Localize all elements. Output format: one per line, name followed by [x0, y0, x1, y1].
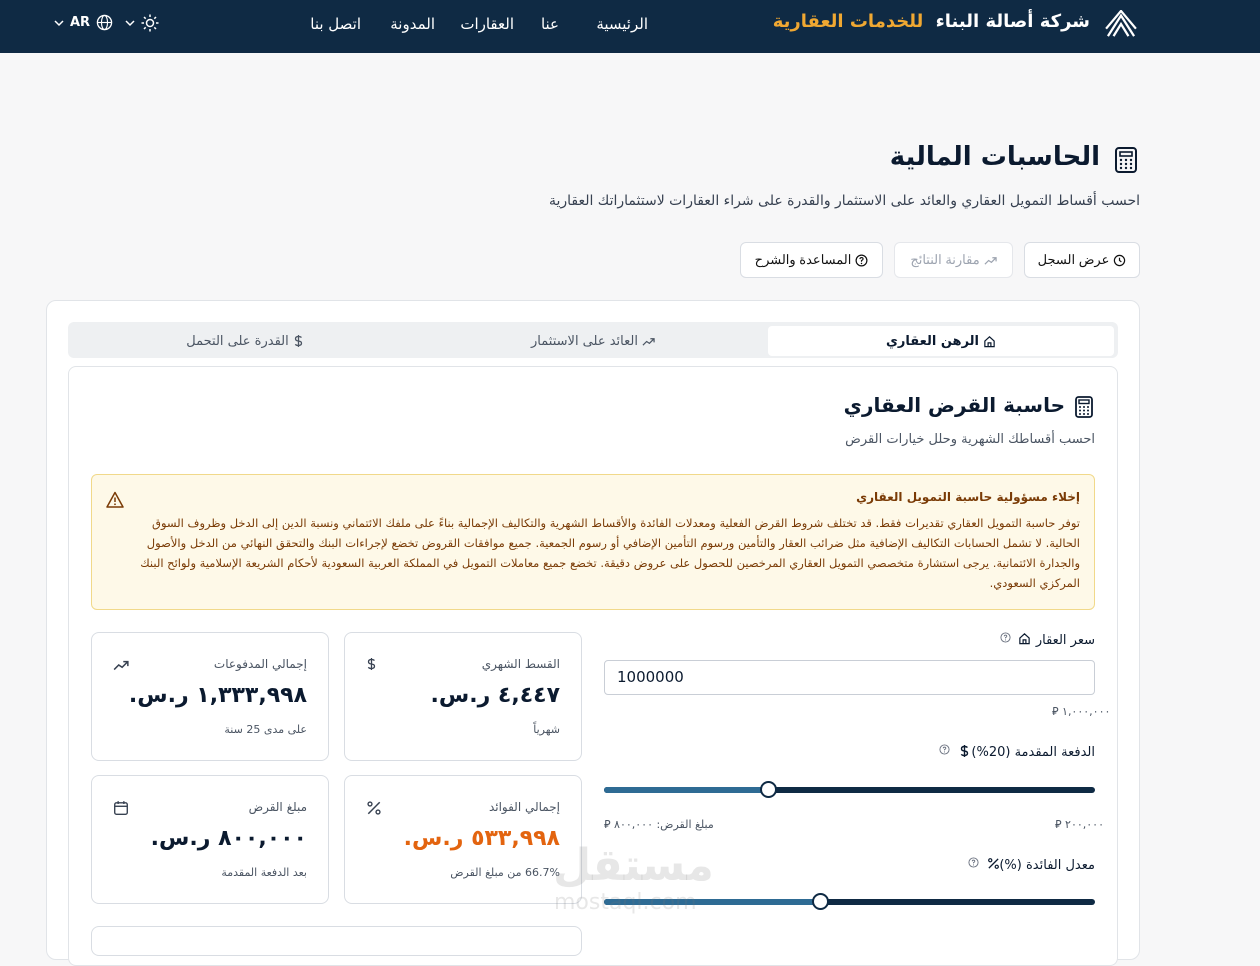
theme-sun-icon [141, 14, 159, 32]
nav-contact[interactable]: اتصل بنا [310, 15, 361, 33]
calculator-icon [1115, 147, 1137, 173]
help-circle-icon [855, 254, 868, 266]
compare-button[interactable]: مقارنة النتائج [894, 242, 1013, 278]
history-button[interactable]: عرض السجل [1024, 242, 1140, 278]
chevron-down-icon [125, 20, 135, 27]
tab-mortgage-label: الرهن العقاري [886, 333, 979, 349]
loan-amount-hint-text: مبلغ القرض: ٨٠٠,٠٠٠ [614, 818, 714, 831]
tab-roi[interactable]: العائد على الاستثمار [420, 326, 766, 356]
brand-name: شركة أصالة البناء [935, 11, 1090, 32]
top-navbar: شركة أصالة البناء للخدمات العقارية الرئي… [0, 0, 1260, 53]
total-payments-label: إجمالي المدفوعات [213, 657, 307, 671]
calculator-subtitle: احسب أقساطك الشهرية وحلل خيارات القرض [845, 432, 1095, 447]
monthly-payment-value: ٤,٤٤٧ ر.س. [430, 683, 560, 708]
history-icon [1114, 254, 1126, 266]
price-formatted-value: ١,٠٠٠,٠٠٠ [1062, 705, 1111, 718]
home-icon [1019, 633, 1030, 645]
theme-toggle[interactable] [125, 14, 159, 32]
nav-properties[interactable]: العقارات [460, 15, 514, 33]
chevron-down-icon [54, 19, 64, 26]
loan-amount-hint: ⃁ مبلغ القرض: ٨٠٠,٠٠٠ [604, 818, 714, 831]
down-payment-amount: ⃁ ٢٠٠,٠٠٠ [1055, 818, 1104, 831]
help-circle-icon[interactable] [968, 857, 979, 868]
percent-icon [367, 801, 381, 815]
help-circle-icon[interactable] [1000, 632, 1011, 643]
dollar-icon [960, 745, 969, 757]
monthly-payment-label: القسط الشهري [481, 657, 560, 671]
disclaimer-body: توفر حاسبة التمويل العقاري تقديرات فقط. … [140, 516, 1080, 590]
total-interest-value: ٥٣٣,٩٩٨ ر.س. [403, 826, 560, 851]
brand-title[interactable]: شركة أصالة البناء للخدمات العقارية [773, 11, 1090, 32]
globe-icon [96, 14, 113, 31]
trend-up-icon [984, 256, 997, 265]
property-price-input[interactable]: 1000000 [604, 660, 1095, 695]
help-circle-icon[interactable] [939, 744, 950, 755]
language-switcher[interactable]: AR [54, 14, 113, 31]
dollar-icon [367, 658, 376, 670]
loan-amount-note: بعد الدفعة المقدمة [221, 866, 307, 879]
logo-icon[interactable] [1104, 10, 1138, 38]
interest-slider-thumb[interactable] [812, 893, 830, 910]
total-interest-note: 66.7% من مبلغ القرض [450, 866, 560, 879]
total-payments-note: على مدى 25 سنة [224, 723, 307, 736]
calendar-icon [114, 801, 128, 815]
tab-mortgage[interactable]: الرهن العقاري [768, 326, 1114, 356]
home-icon [984, 335, 995, 347]
percent-icon [988, 858, 999, 869]
down-payment-amount-value: ٢٠٠,٠٠٠ [1065, 818, 1104, 831]
history-label: عرض السجل [1037, 252, 1110, 267]
nav-about[interactable]: عنا [541, 15, 559, 33]
disclaimer-title: إخلاء مسؤولية حاسبة التمويل العقاري [856, 490, 1080, 504]
total-payments-value: ١,٣٣٣,٩٩٨ ر.س. [128, 683, 307, 708]
page-title: الحاسبات المالية [889, 142, 1100, 172]
monthly-payment-card: القسط الشهري ٤,٤٤٧ ر.س. شهرياً [344, 632, 582, 761]
brand-accent: للخدمات العقارية [772, 11, 924, 32]
language-label: AR [70, 15, 91, 30]
tab-affordability-label: القدرة على التحمل [186, 333, 289, 349]
dollar-icon [294, 335, 302, 347]
total-interest-card: إجمالي الفوائد ٥٣٣,٩٩٨ ر.س. 66.7% من مبل… [344, 775, 582, 904]
price-label: سعر العقار [1035, 633, 1095, 648]
tab-affordability[interactable]: القدرة على التحمل [72, 326, 418, 356]
stat-card [91, 926, 582, 956]
nav-home[interactable]: الرئيسية [596, 15, 648, 33]
loan-amount-card: مبلغ القرض ٨٠٠,٠٠٠ ر.س. بعد الدفعة المقد… [91, 775, 329, 904]
trend-up-icon [642, 337, 655, 346]
down-payment-slider-fill [604, 787, 768, 793]
warning-icon [106, 491, 124, 508]
page-subtitle: احسب أقساط التمويل العقاري والعائد على ا… [548, 193, 1140, 209]
calculator-title: حاسبة القرض العقاري [843, 393, 1065, 417]
interest-label: معدل الفائدة (%) [999, 858, 1095, 873]
watermark-url: mostaql.com [554, 890, 697, 915]
loan-amount-value: ٨٠٠,٠٠٠ ر.س. [150, 826, 307, 851]
down-payment-slider-thumb[interactable] [759, 781, 777, 798]
price-formatted: ⃁ ١,٠٠٠,٠٠٠ [1052, 705, 1111, 718]
calculator-icon [1075, 396, 1093, 418]
help-label: المساعدة والشرح [754, 252, 852, 267]
down-payment-label: الدفعة المقدمة (20%) [971, 745, 1095, 760]
monthly-payment-note: شهرياً [533, 723, 560, 736]
help-button[interactable]: المساعدة والشرح [740, 242, 883, 278]
nav-blog[interactable]: المدونة [390, 15, 435, 33]
total-interest-label: إجمالي الفوائد [488, 800, 560, 814]
tab-roi-label: العائد على الاستثمار [531, 333, 638, 349]
total-payments-card: إجمالي المدفوعات ١,٣٣٣,٩٩٨ ر.س. على مدى … [91, 632, 329, 761]
calculator-tabs: الرهن العقاري العائد على الاستثمار القدر… [68, 322, 1118, 358]
compare-label: مقارنة النتائج [910, 252, 980, 267]
watermark-text: مستقل [553, 840, 714, 891]
trend-up-icon [113, 660, 129, 671]
loan-amount-label: مبلغ القرض [248, 800, 307, 814]
